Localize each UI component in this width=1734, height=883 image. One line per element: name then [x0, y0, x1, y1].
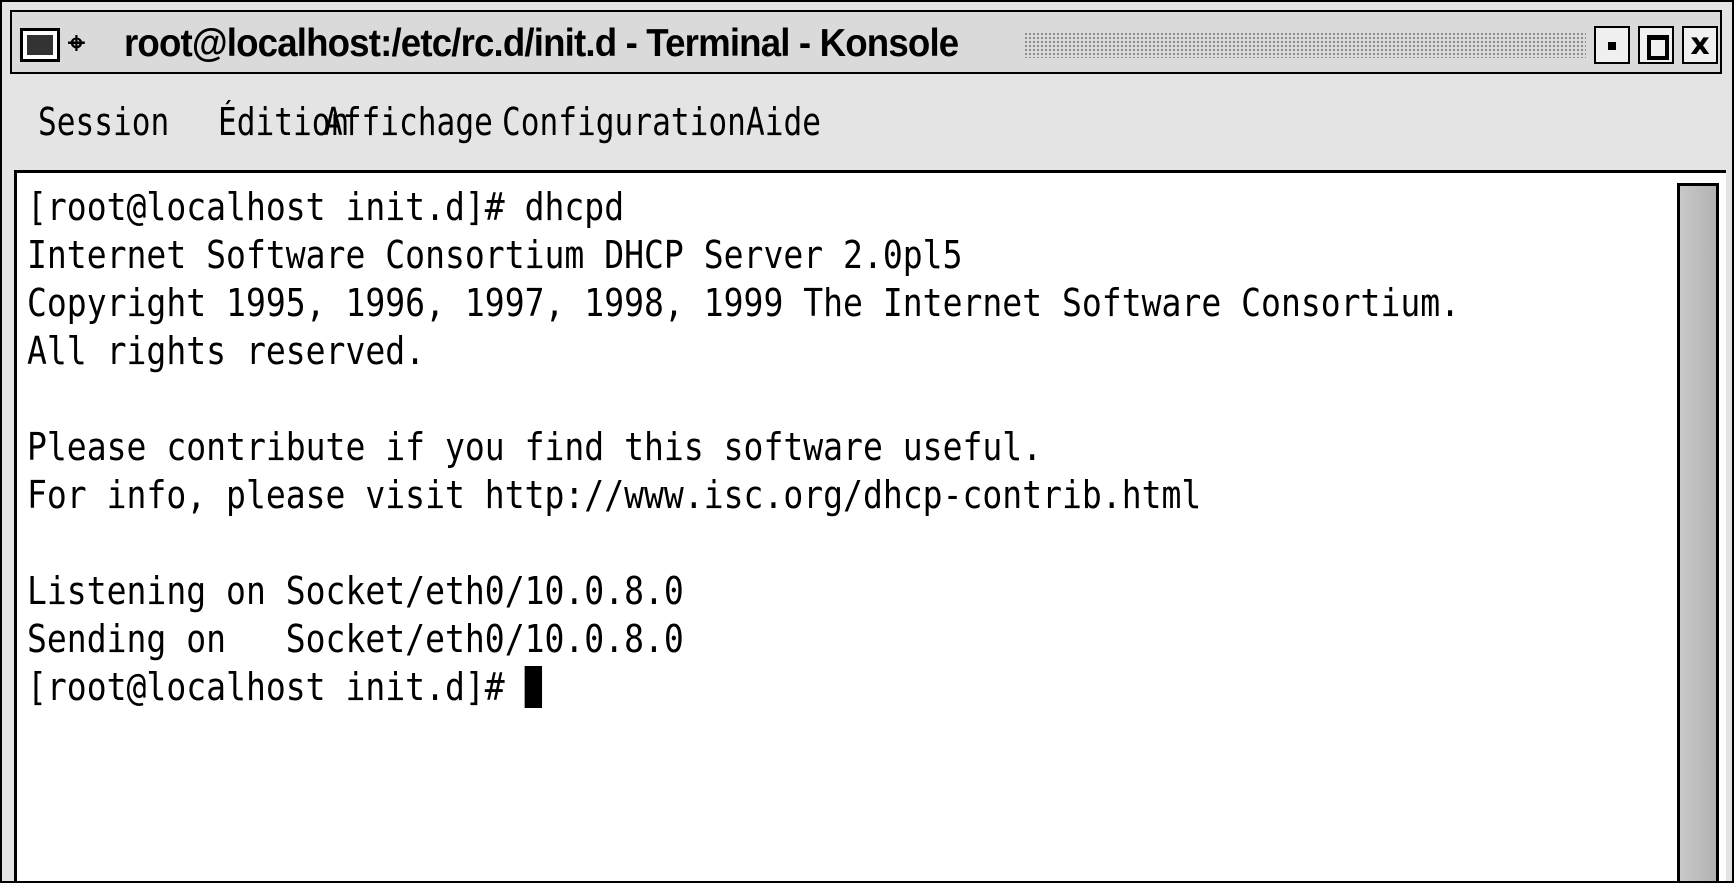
terminal-prompt-line: [root@localhost init.d]#: [27, 663, 542, 711]
terminal-line: Internet Software Consortium DHCP Server…: [27, 233, 963, 277]
terminal-line: Please contribute if you find this softw…: [27, 425, 1043, 469]
maximize-button[interactable]: [1638, 26, 1674, 64]
window-title: root@localhost:/etc/rc.d/init.d - Termin…: [124, 22, 959, 65]
title-bar[interactable]: ⌖ root@localhost:/etc/rc.d/init.d - Term…: [10, 10, 1722, 74]
menu-aide[interactable]: Aide: [746, 100, 821, 144]
terminal-output[interactable]: [root@localhost init.d]# dhcpd Internet …: [17, 173, 1673, 881]
terminal-line: Sending on Socket/eth0/10.0.8.0: [27, 617, 684, 661]
scrollbar-thumb[interactable]: [1680, 186, 1716, 881]
konsole-window: ⌖ root@localhost:/etc/rc.d/init.d - Term…: [0, 0, 1734, 883]
menu-bar: Session Édition Affichage Configuration …: [14, 86, 1724, 166]
terminal-line: For info, please visit http://www.isc.or…: [27, 473, 1202, 517]
vertical-scrollbar[interactable]: [1677, 183, 1719, 881]
menu-configuration[interactable]: Configuration: [502, 100, 746, 144]
title-bar-grip: [1024, 32, 1586, 58]
minimize-button[interactable]: [1594, 26, 1630, 64]
text-cursor: [524, 666, 542, 708]
terminal-line: [root@localhost init.d]# dhcpd: [27, 185, 625, 229]
terminal-line: All rights reserved.: [27, 329, 426, 373]
terminal-line: Copyright 1995, 1996, 1997, 1998, 1999 T…: [27, 281, 1461, 325]
terminal-frame: [root@localhost init.d]# dhcpd Internet …: [14, 170, 1726, 881]
terminal-line: Listening on Socket/eth0/10.0.8.0: [27, 569, 684, 613]
menu-session[interactable]: Session: [38, 100, 169, 144]
terminal-prompt: [root@localhost init.d]#: [27, 665, 525, 709]
pin-icon[interactable]: ⌖: [68, 22, 85, 66]
close-icon: x: [1690, 27, 1710, 62]
close-button[interactable]: x: [1682, 26, 1718, 64]
menu-affichage[interactable]: Affichage: [324, 100, 493, 144]
terminal-window-icon[interactable]: [20, 28, 60, 62]
